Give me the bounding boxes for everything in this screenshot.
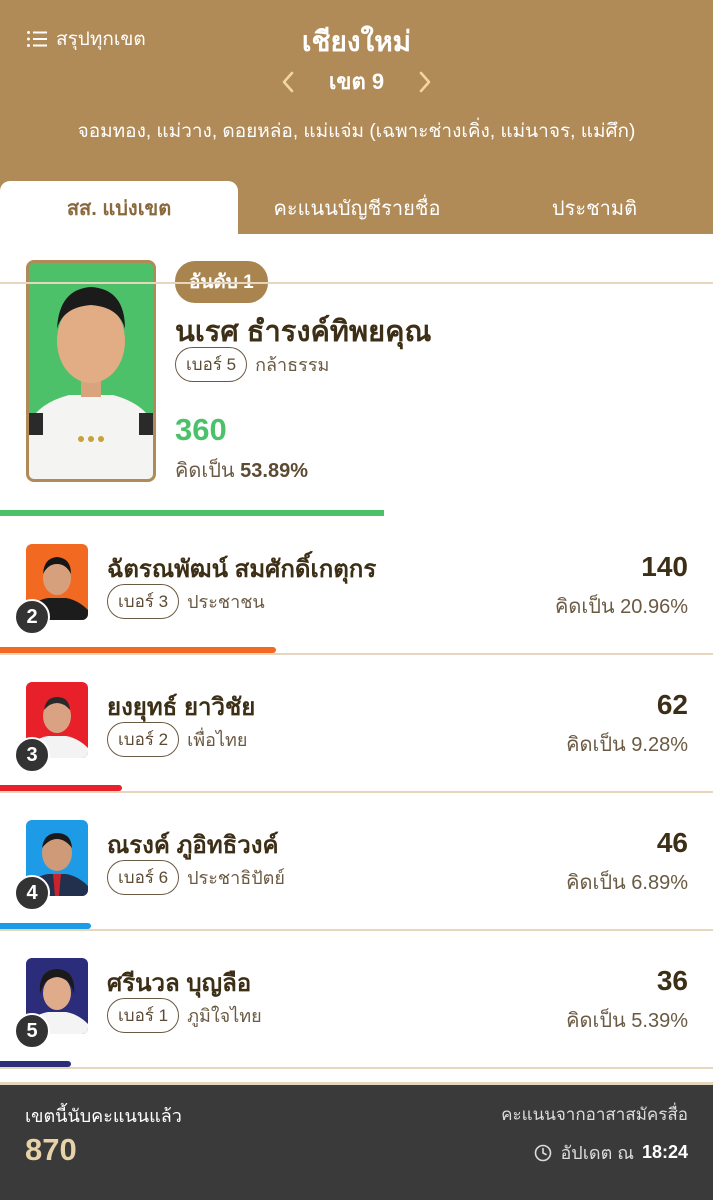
update-prefix: อัปเดต ณ — [560, 1143, 634, 1163]
winner-votes: 360 — [175, 412, 227, 447]
candidate-number-badge: เบอร์ 2 — [107, 722, 180, 757]
province-title: เชียงใหม่ — [301, 26, 412, 57]
update-time-row: อัปเดต ณ 18:24 — [534, 1138, 688, 1167]
chevron-left-icon — [282, 71, 294, 92]
candidate-votes: 62 — [656, 689, 688, 720]
candidate-name: ฉัตรณพัฒน์ สมศักดิ์เกตุกร — [107, 556, 377, 583]
tab-bar: สส. แบ่งเขต คะแนนบัญชีรายชื่อ ประชามติ — [0, 181, 713, 234]
next-district-button[interactable] — [412, 65, 438, 99]
candidate-name: ณรงค์ ภูอิทธิวงค์ — [107, 832, 279, 859]
candidate-percentage: คิดเป็น 6.89% — [566, 872, 688, 894]
candidate-party-row: เบอร์ 3 ประชาชน — [107, 584, 265, 619]
party-name: กล้าธรรม — [255, 355, 330, 375]
candidate-number-badge: เบอร์ 3 — [107, 584, 180, 619]
candidate-votes: 46 — [656, 827, 688, 858]
district-switcher: เขต 9 — [0, 64, 713, 99]
candidate-number-badge: เบอร์ 6 — [107, 860, 180, 895]
candidate-percentage: คิดเป็น 5.39% — [566, 1010, 688, 1032]
candidate-votes: 36 — [656, 965, 688, 996]
candidate-name: ยงยุทธ์ ยาวิชัย — [107, 694, 256, 721]
party-name: เพื่อไทย — [187, 730, 248, 750]
total-votes: 870 — [25, 1132, 77, 1167]
candidate-party-row: เบอร์ 6 ประชาธิปัตย์ — [107, 860, 285, 895]
winner-vote-share-bar — [0, 510, 384, 516]
data-source: คะแนนจากอาสาสมัครสื่อ — [501, 1105, 688, 1124]
candidate-row[interactable]: 5 ศรีนวล บุญลือ เบอร์ 1 ภูมิใจไทย 36 คิด… — [0, 931, 713, 1069]
candidate-row[interactable]: 4 ณรงค์ ภูอิทธิวงค์ เบอร์ 6 ประชาธิปัตย์… — [0, 793, 713, 931]
footer-summary: เขตนี้นับคะแนนแล้ว 870 คะแนนจากอาสาสมัคร… — [0, 1082, 713, 1200]
update-time: 18:24 — [641, 1142, 688, 1162]
candidate-percentage: คิดเป็น 20.96% — [555, 596, 688, 618]
candidate-party-row: เบอร์ 1 ภูมิใจไทย — [107, 998, 262, 1033]
tab-constituency-mp[interactable]: สส. แบ่งเขต — [0, 181, 238, 234]
rank-circle: 4 — [14, 875, 50, 911]
candidate-number-badge: เบอร์ 5 — [175, 347, 248, 382]
candidate-row[interactable]: 3 ยงยุทธ์ ยาวิชัย เบอร์ 2 เพื่อไทย 62 คิ… — [0, 655, 713, 793]
rank-circle: 3 — [14, 737, 50, 773]
rank-circle: 5 — [14, 1013, 50, 1049]
winner-photo — [26, 260, 156, 482]
candidate-percentage: คิดเป็น 9.28% — [566, 734, 688, 756]
party-name: ประชาธิปัตย์ — [187, 868, 285, 888]
rank-circle: 2 — [14, 599, 50, 635]
district-areas: จอมทอง, แม่วาง, ดอยหล่อ, แม่แจ่ม (เฉพาะช… — [77, 121, 636, 142]
counted-label: เขตนี้นับคะแนนแล้ว — [25, 1106, 182, 1126]
previous-district-button[interactable] — [275, 65, 301, 99]
tab-referendum[interactable]: ประชามติ — [476, 181, 713, 234]
divider — [0, 282, 713, 284]
candidate-row[interactable]: 2 ฉัตรณพัฒน์ สมศักดิ์เกตุกร เบอร์ 3 ประช… — [0, 517, 713, 655]
candidate-votes: 140 — [641, 551, 688, 582]
candidate-number-badge: เบอร์ 1 — [107, 998, 180, 1033]
candidate-name: ศรีนวล บุญลือ — [107, 970, 252, 997]
winner-card[interactable]: อันดับ 1 นเรศ ธำรงค์ทิพยคุณ เบอร์ 5 กล้า… — [0, 234, 713, 516]
winner-party-row: เบอร์ 5 กล้าธรรม — [175, 347, 329, 382]
header: สรุปทุกเขต เชียงใหม่ เขต 9 จอมทอง, แม่วา… — [0, 0, 713, 234]
party-name: ประชาชน — [187, 592, 265, 612]
district-label: เขต 9 — [328, 69, 385, 94]
candidate-party-row: เบอร์ 2 เพื่อไทย — [107, 722, 247, 757]
chevron-right-icon — [419, 71, 431, 92]
winner-percentage: คิดเป็น 53.89% — [175, 454, 308, 486]
pct-prefix: คิดเป็น — [175, 460, 235, 482]
party-name: ภูมิใจไทย — [187, 1006, 262, 1026]
divider — [0, 1067, 713, 1069]
tab-party-list[interactable]: คะแนนบัญชีรายชื่อ — [238, 181, 476, 234]
footer-divider — [0, 1082, 713, 1085]
pct-value: 53.89% — [240, 460, 308, 482]
clock-icon — [535, 1144, 552, 1161]
